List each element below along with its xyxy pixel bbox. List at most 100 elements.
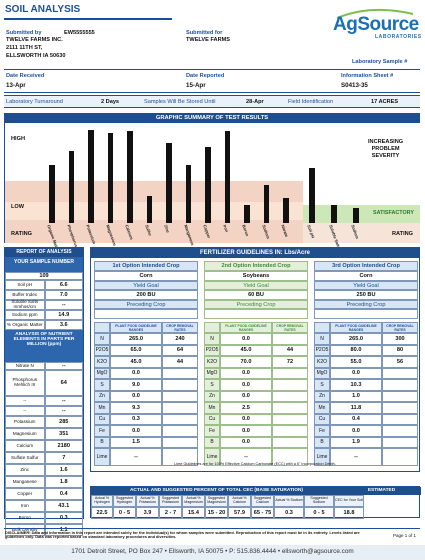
- nutrient-label: Potassium: [5, 416, 45, 428]
- guideline-value: 265.0: [330, 333, 382, 345]
- graphic-summary: GRAPHIC SUMMARY OF TEST RESULTS HIGH LOW…: [4, 113, 420, 252]
- date-reported-label: Date Reported: [186, 73, 225, 79]
- removal-value: [162, 436, 198, 448]
- removal-value: 240: [162, 333, 198, 345]
- nutrient-key: N: [204, 333, 220, 345]
- cec-value: 3.9: [136, 507, 159, 519]
- bar-nitrate: [283, 198, 289, 223]
- footer-rule: [4, 528, 420, 529]
- yield-goal-label: Yield Goal: [94, 281, 198, 290]
- nutrient-rows: Nitrate N -- Phosphorus Mehlich III 64 -- -- -…: [5, 362, 83, 536]
- guideline-col-spacer: [204, 322, 220, 333]
- bar-sodium: [353, 208, 359, 223]
- guideline-value: 55.0: [330, 356, 382, 368]
- sample-number-value: 109: [5, 272, 83, 280]
- field-value: 17 ACRES: [371, 99, 399, 105]
- guideline-value: 70.0: [220, 356, 272, 368]
- date-received-label: Date Received: [6, 73, 45, 79]
- preceding-crop-label: Preceding Crop: [204, 300, 308, 309]
- crop-option-label: 1st Option Intended Crop: [94, 261, 198, 271]
- sample-number-label: YOUR SAMPLE NUMBER: [5, 257, 83, 272]
- nutrient-row: Sulfate Sulfur 7: [5, 452, 83, 464]
- cec-value: 0.3: [274, 507, 304, 519]
- cec-head: Suggested Sodium: [304, 495, 334, 507]
- bar-calcium: [127, 131, 133, 223]
- removal-value: 72: [272, 356, 308, 368]
- nutrient-value: --: [44, 406, 83, 416]
- cec-estimated: ESTIMATED: [342, 487, 421, 495]
- stored-value: 28-Apr: [246, 99, 264, 105]
- graph-satisfactory-label: SATISFACTORY: [373, 210, 414, 216]
- nutrient-value: 285: [44, 416, 83, 428]
- field-label: Field Identification: [288, 99, 334, 105]
- nutrient-row: Nitrate N --: [5, 362, 83, 370]
- nutrient-key: S: [314, 379, 330, 391]
- cec-title: ACTUAL AND SUGGESTED PERCENT OF TOTAL CE…: [91, 487, 342, 495]
- removal-value: [272, 413, 308, 425]
- bar-phosphorus: [68, 151, 74, 223]
- removal-value: [272, 402, 308, 414]
- nutrient-label: Iron: [5, 500, 45, 512]
- guideline-value: 0.0: [110, 390, 162, 402]
- report-row-value: 7.0: [44, 290, 83, 300]
- report-row-value: --: [44, 300, 83, 310]
- removal-value: [382, 413, 418, 425]
- nutrients-title: ANALYSIS OF NUTRIENT ELEMENTS IN PARTS P…: [5, 330, 83, 362]
- info-bar: Laboratory Turnaround 2 Days Samples Wil…: [4, 95, 420, 108]
- removal-value: 80: [382, 344, 418, 356]
- guideline-value: 0.0: [220, 379, 272, 391]
- cec-value: 57.9: [228, 507, 251, 519]
- nutrient-key: N: [314, 333, 330, 345]
- nutrient-label: Magnesium: [5, 428, 45, 440]
- report-row-value: 14.9: [44, 310, 83, 320]
- guideline-value: 9.3: [110, 402, 162, 414]
- nutrient-label: Sulfate Sulfur: [5, 452, 45, 464]
- guideline-value: 265.0: [110, 333, 162, 345]
- bar-manganese: [185, 165, 191, 223]
- cec-head: Actual % Hydrogen: [91, 495, 113, 507]
- nutrient-value: 351: [44, 428, 83, 440]
- removal-value: [272, 436, 308, 448]
- guideline-value: 0.0: [220, 413, 272, 425]
- crop-name: Corn: [94, 271, 198, 281]
- nutrient-value: 1.6: [44, 464, 83, 476]
- nutrient-value: 1.8: [44, 476, 83, 488]
- nutrient-key: Fe: [314, 425, 330, 437]
- guideline-header: PLANT FOOD GUIDELINE RANGES CROP REMOVAL …: [204, 322, 308, 333]
- lab-sample-label: Laboratory Sample #: [352, 59, 408, 65]
- removal-value: [272, 390, 308, 402]
- nutrient-key: MgO: [94, 367, 110, 379]
- crop-option-label: 2nd Option Intended Crop: [204, 261, 308, 271]
- fertilizer-panel: FERTILIZER GUIDELINES IN: Lbs/Acre 1st O…: [90, 247, 420, 472]
- removal-value: [272, 425, 308, 437]
- removal-value: [382, 367, 418, 379]
- removal-value: [162, 390, 198, 402]
- crop-removal-head: CROP REMOVAL RATES: [162, 322, 198, 333]
- cec-grid: Actual % Hydrogen 22.5 Suggested Hydrogen 0…: [91, 495, 421, 519]
- yield-goal-label: Yield Goal: [314, 281, 418, 290]
- submitted-for-label: Submitted for: [186, 30, 223, 36]
- cec-head: Suggested Hydrogen: [113, 495, 136, 507]
- guideline-row: B 0.0: [204, 436, 308, 448]
- nutrient-key: Fe: [94, 425, 110, 437]
- nutrient-row: Manganese 1.8: [5, 476, 83, 488]
- removal-value: 64: [162, 344, 198, 356]
- cec-panel: ACTUAL AND SUGGESTED PERCENT OF TOTAL CE…: [90, 486, 421, 519]
- guideline-row: K2O 70.0 72: [204, 356, 308, 368]
- removal-value: [162, 425, 198, 437]
- guideline-col-spacer: [94, 322, 110, 333]
- graph-rating-label: RATING: [11, 231, 33, 237]
- guideline-value: 65.0: [110, 344, 162, 356]
- nutrient-key: B: [314, 436, 330, 448]
- cec-value: 2 - 7: [159, 507, 182, 519]
- guideline-value: 0.4: [330, 413, 382, 425]
- nutrient-value: 0.4: [44, 488, 83, 500]
- bar-organic-matter: [49, 165, 55, 223]
- nutrient-row: Boron 0.3: [5, 512, 83, 524]
- guideline-row: B 1.9: [314, 436, 418, 448]
- farm-name: TWELVE FARMS INC.: [6, 37, 63, 43]
- nutrient-key: Mn: [314, 402, 330, 414]
- bar-potassium: [88, 130, 94, 223]
- nutrient-value: --: [44, 362, 83, 370]
- date-reported-value: 15-Apr: [186, 82, 206, 89]
